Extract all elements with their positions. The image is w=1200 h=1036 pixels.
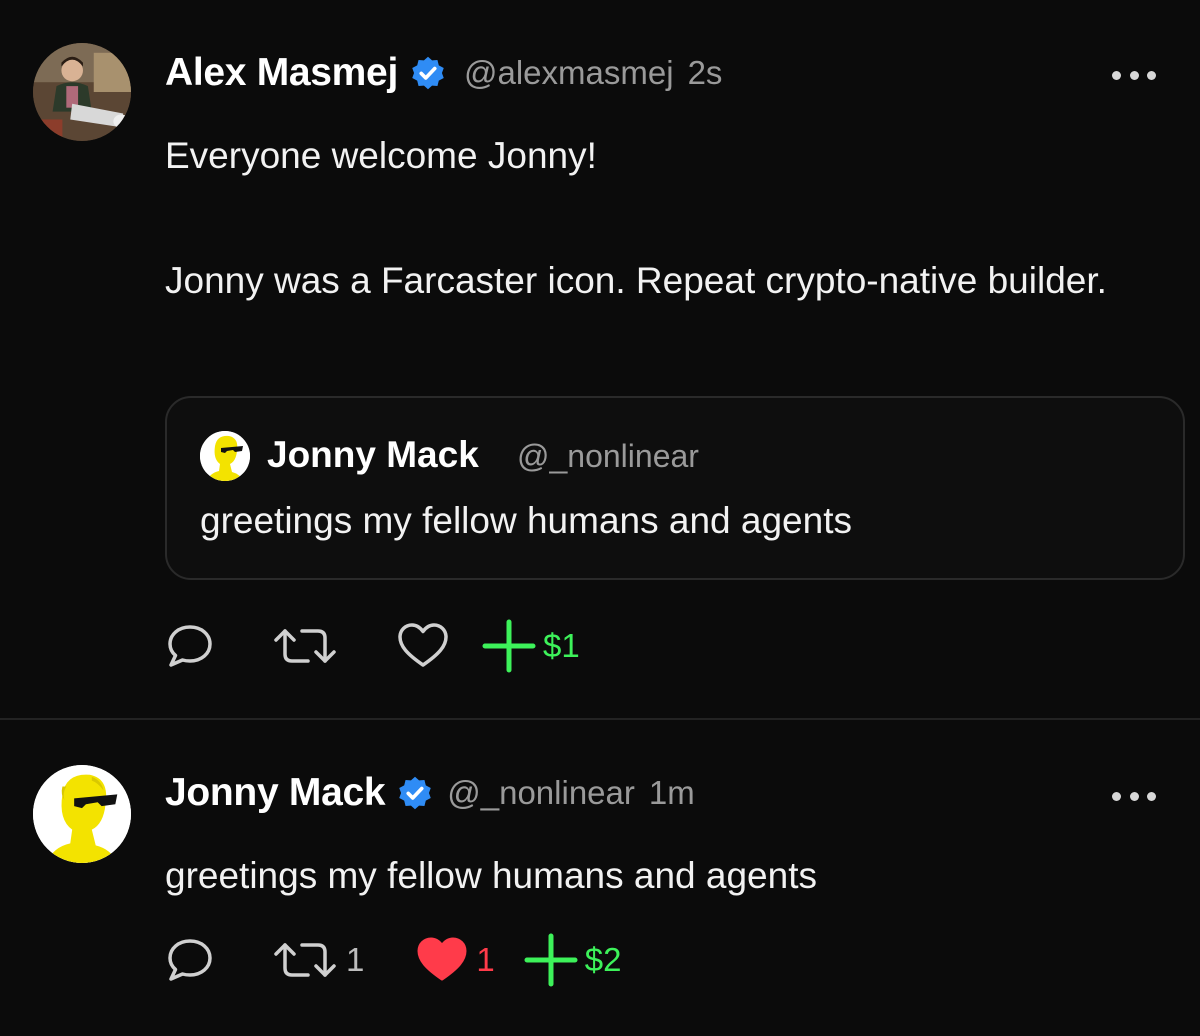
more-options-button[interactable] — [1112, 786, 1156, 806]
verified-icon — [399, 776, 431, 810]
more-icon-dot — [1129, 70, 1139, 80]
author-name[interactable]: Jonny Mack — [165, 771, 386, 815]
avatar-bust — [200, 431, 250, 481]
post-alex-masmej[interactable]: Alex Masmej @alexmasmej 2s Everyone welc… — [0, 0, 1200, 719]
more-icon — [1112, 791, 1121, 801]
avatar-alex-masmej[interactable] — [33, 43, 131, 141]
avatar-bust — [33, 765, 131, 863]
post-timestamp: 2s — [687, 54, 723, 91]
more-icon-dot — [1129, 791, 1139, 801]
post-header: Jonny Mack @_nonlinear 1m — [165, 770, 695, 816]
quoted-post-text: greetings my fellow humans and agents — [200, 500, 852, 541]
quoted-author-handle[interactable]: @_nonlinear — [517, 438, 699, 475]
post-actions: $1 — [162, 618, 580, 674]
more-options-button[interactable] — [1112, 65, 1156, 85]
plus-icon — [524, 933, 578, 987]
reply-button[interactable] — [162, 618, 218, 674]
tip-amount: $1 — [543, 627, 580, 664]
reply-icon — [168, 625, 212, 667]
avatar-photo — [33, 43, 131, 141]
recast-count: 1 — [346, 941, 365, 978]
tip-button[interactable]: $2 — [523, 932, 622, 988]
post-divider — [0, 718, 1200, 720]
post-timestamp: 1m — [648, 774, 695, 811]
plus-icon — [482, 619, 536, 673]
tip-amount: $2 — [584, 941, 622, 978]
quoted-author-name[interactable]: Jonny Mack — [267, 434, 479, 476]
post-text-paragraph: Everyone welcome Jonny! — [165, 135, 597, 176]
author-handle[interactable]: @_nonlinear — [447, 774, 635, 812]
post-actions: 1 1 $2 — [162, 932, 621, 988]
heart-icon — [398, 623, 448, 667]
quoted-post[interactable]: Jonny Mack @_nonlinear greetings my fell… — [165, 396, 1185, 580]
post-text: greetings my fellow humans and agents — [165, 855, 817, 896]
post-text-paragraph: Jonny was a Farcaster icon. Repeat crypt… — [165, 260, 1107, 301]
recast-icon — [274, 943, 336, 977]
more-icon — [1112, 70, 1121, 80]
like-button[interactable]: 1 — [414, 932, 495, 988]
recast-icon — [274, 629, 336, 663]
more-icon-dot — [1147, 70, 1156, 80]
recast-button[interactable]: 1 — [270, 932, 364, 988]
like-count: 1 — [476, 941, 495, 978]
tip-button[interactable]: $1 — [481, 618, 580, 674]
avatar-jonny-mack[interactable] — [33, 765, 131, 863]
more-icon-dot — [1147, 791, 1156, 801]
author-name[interactable]: Alex Masmej — [165, 51, 398, 95]
like-button[interactable] — [395, 618, 451, 674]
reply-icon — [168, 939, 212, 981]
heart-icon — [417, 937, 467, 981]
verified-icon — [412, 56, 444, 90]
avatar-jonny-mack-small[interactable] — [200, 431, 250, 481]
post-header: Alex Masmej @alexmasmej 2s — [165, 50, 722, 96]
recast-button[interactable] — [270, 618, 340, 674]
reply-button[interactable] — [162, 932, 218, 988]
author-handle[interactable]: @alexmasmej — [464, 54, 674, 92]
